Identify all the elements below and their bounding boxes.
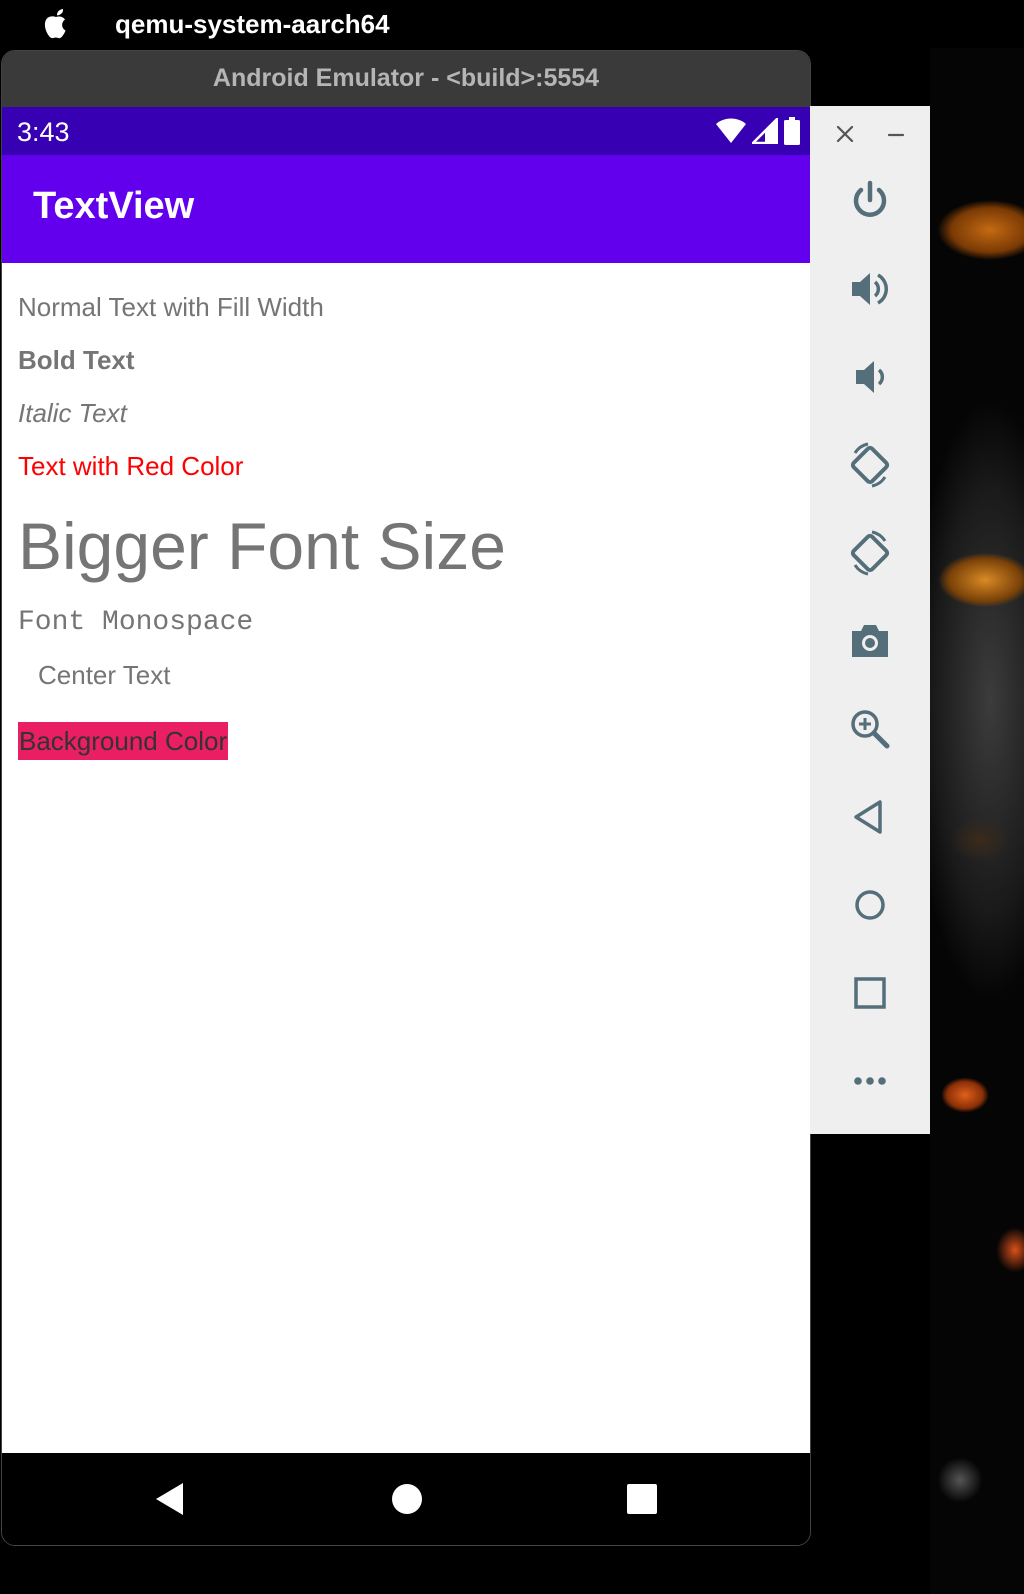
apple-logo-icon[interactable] — [40, 6, 72, 40]
battery-icon — [784, 117, 800, 145]
desktop-wallpaper — [930, 0, 1024, 1594]
power-icon — [853, 180, 887, 217]
window-title: Android Emulator - <build>:5554 — [212, 64, 600, 92]
red-text: Text with Red Color — [18, 451, 244, 481]
recents-icon[interactable] — [622, 1479, 662, 1519]
italic-text: Italic Text — [18, 398, 127, 428]
android-nav-bar — [2, 1453, 810, 1545]
app-title: TextView — [33, 185, 195, 227]
app-content: Normal Text with Fill Width Bold Text It… — [2, 263, 810, 1453]
window-title-bar[interactable]: Android Emulator - <build>:5554 — [2, 51, 810, 108]
signal-icon — [752, 118, 778, 144]
volume-down-button[interactable] — [845, 352, 895, 402]
volume-down-icon — [856, 361, 885, 393]
emulator-toolbar — [810, 106, 930, 1134]
big-text: Bigger Font Size — [18, 509, 506, 583]
rotate-left-icon — [850, 442, 890, 488]
camera-icon — [852, 625, 888, 657]
status-time: 3:43 — [17, 117, 70, 147]
home-icon — [855, 890, 885, 920]
more-icon — [854, 1077, 886, 1085]
rotate-right-button[interactable] — [845, 528, 895, 578]
rotate-left-button[interactable] — [845, 440, 895, 490]
zoom-icon — [851, 710, 890, 749]
emulator-window: Android Emulator - <build>:5554 3:43 Tex… — [1, 50, 811, 1546]
volume-up-button[interactable] — [845, 264, 895, 314]
rotate-right-icon — [850, 530, 890, 576]
center-text: Center Text — [38, 660, 171, 690]
screenshot-button[interactable] — [845, 616, 895, 666]
toolbar-overview-button[interactable] — [845, 968, 895, 1018]
back-icon — [854, 800, 882, 834]
more-button[interactable] — [845, 1056, 895, 1106]
app-bar: TextView — [2, 155, 810, 263]
minimize-icon[interactable] — [882, 120, 910, 148]
back-icon[interactable] — [150, 1479, 190, 1519]
toolbar-back-button[interactable] — [845, 792, 895, 842]
monospace-text: Font Monospace — [18, 607, 254, 638]
bold-text: Bold Text — [18, 345, 135, 375]
toolbar-home-button[interactable] — [845, 880, 895, 930]
zoom-button[interactable] — [845, 704, 895, 754]
android-status-bar: 3:43 — [2, 107, 810, 155]
background-color-text: Background Color — [18, 722, 229, 760]
menu-app-name[interactable]: qemu-system-aarch64 — [115, 9, 390, 40]
status-icons — [716, 117, 800, 145]
overview-icon — [854, 977, 886, 1009]
volume-up-icon — [852, 273, 888, 305]
home-icon[interactable] — [387, 1479, 427, 1519]
close-icon[interactable] — [831, 120, 859, 148]
wifi-icon — [716, 118, 746, 143]
mac-menu-bar: qemu-system-aarch64 — [0, 0, 1024, 48]
power-button[interactable] — [845, 176, 895, 226]
normal-text: Normal Text with Fill Width — [18, 292, 324, 322]
